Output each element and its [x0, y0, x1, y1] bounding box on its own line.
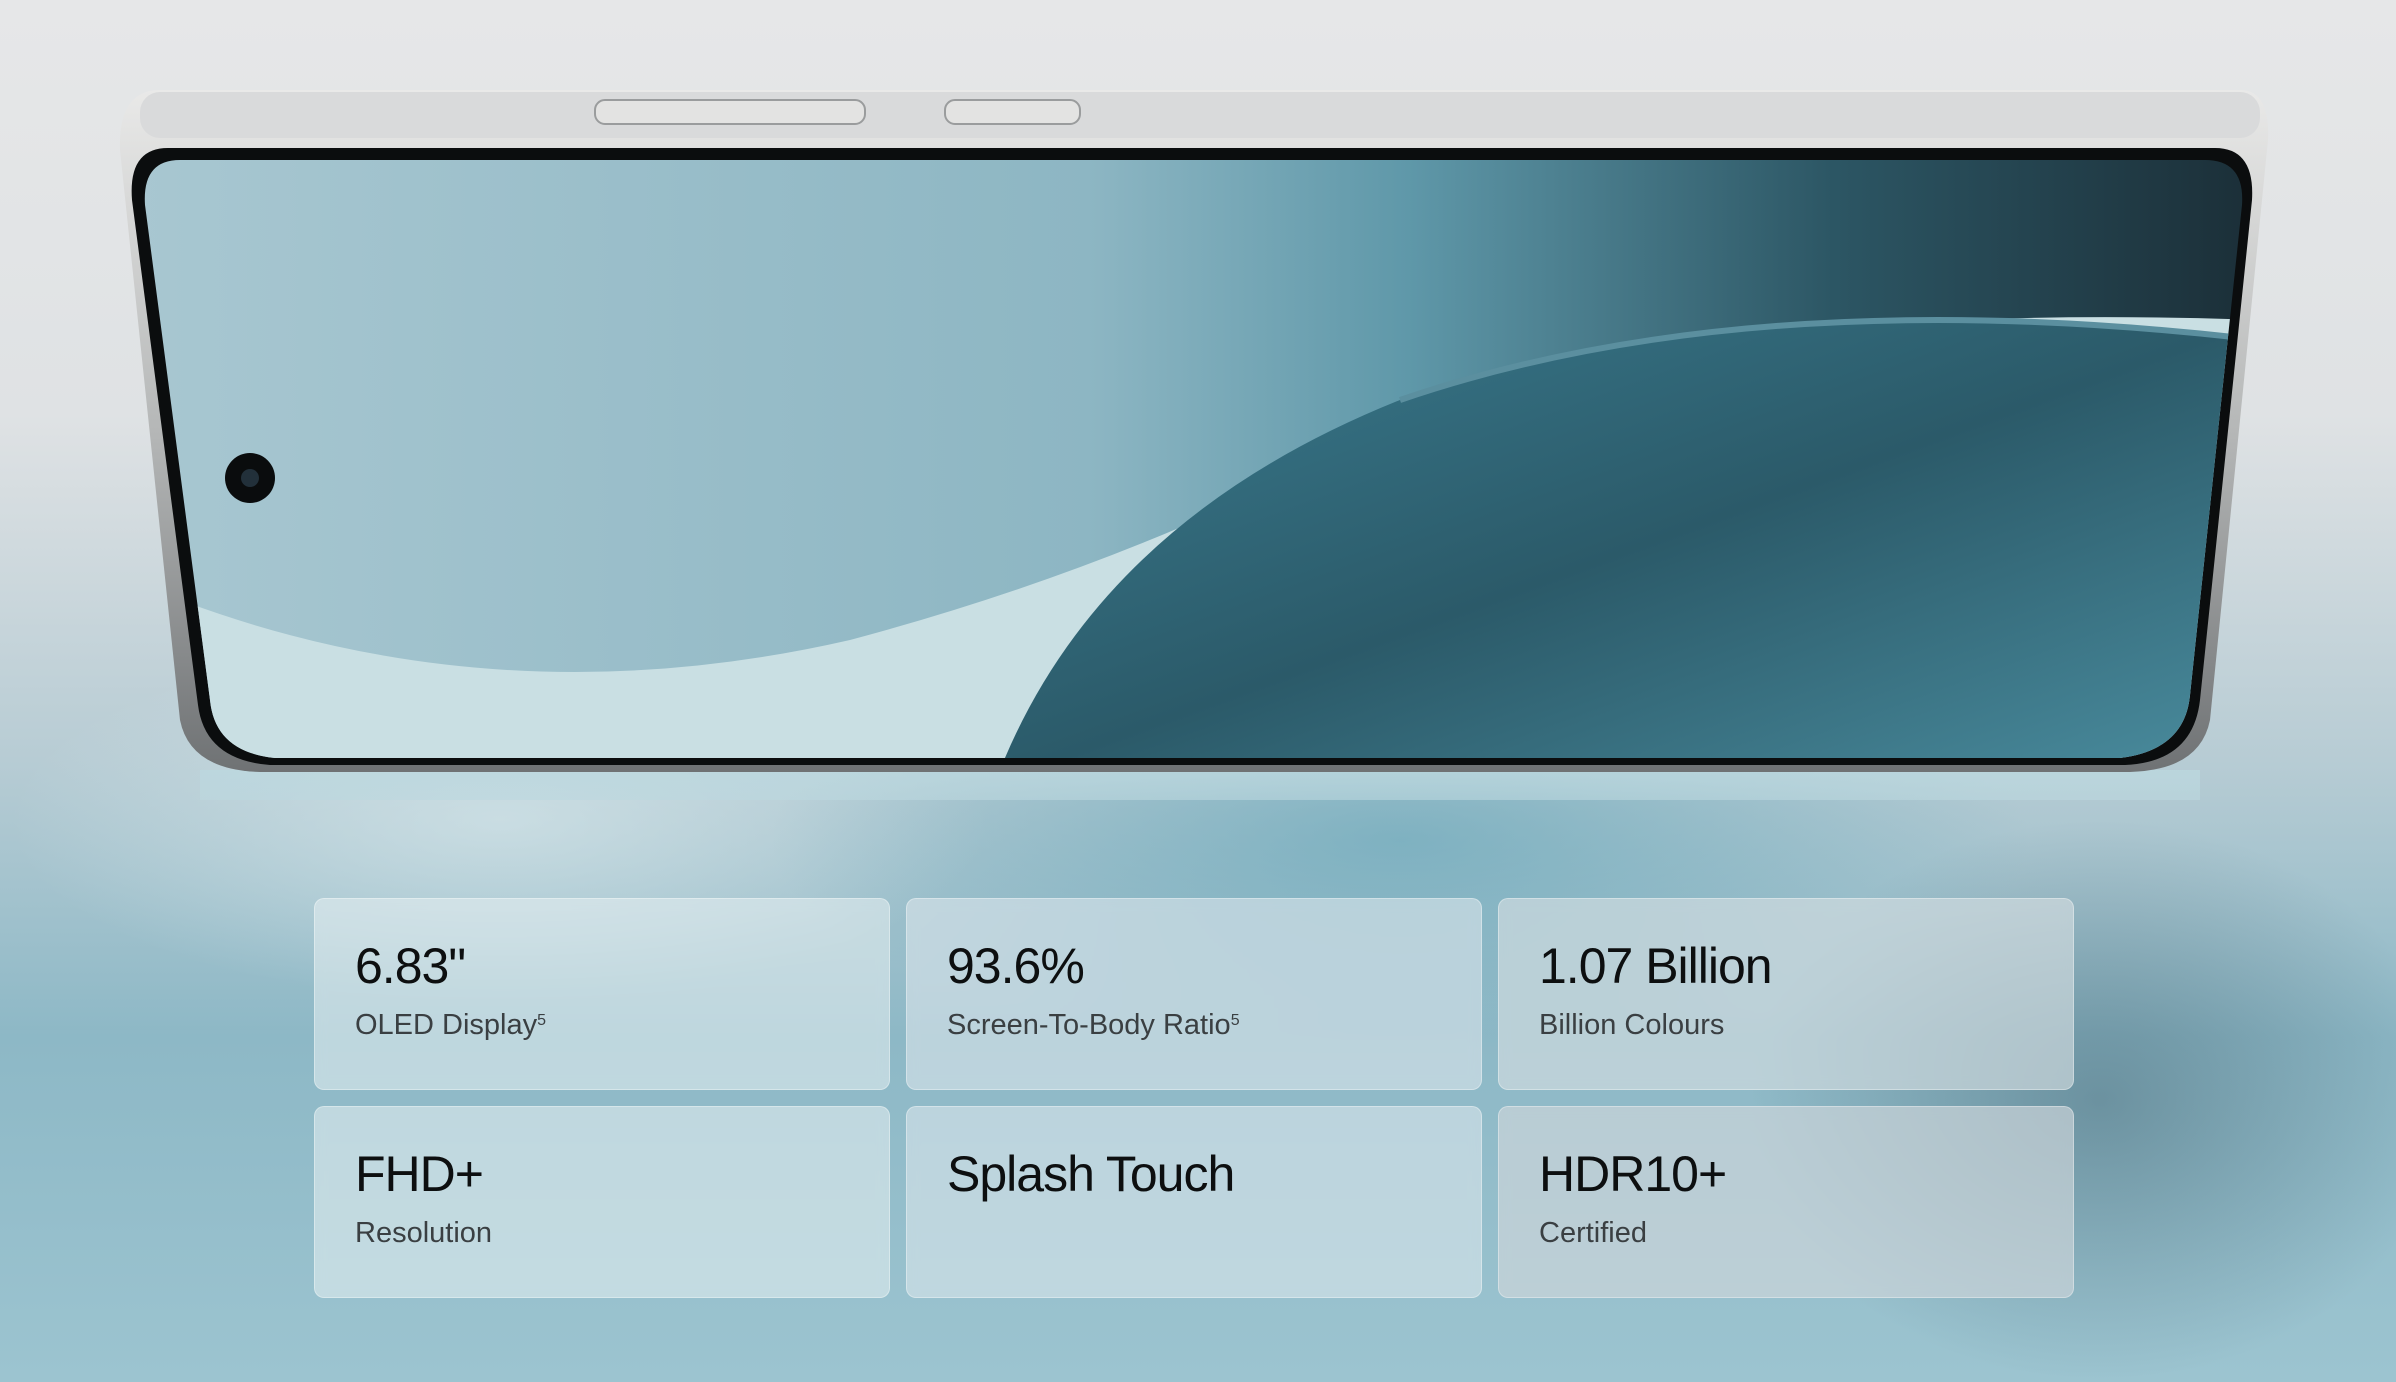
display-specs-grid: 6.83" OLED Display5 93.6% Screen-To-Body… [314, 898, 2074, 1298]
phone-reflection [200, 770, 2200, 800]
spec-card-hdr: HDR10+ Certified [1498, 1106, 2074, 1298]
spec-label: OLED Display5 [355, 1009, 547, 1041]
spec-label: Resolution [355, 1217, 493, 1249]
phone-screen [144, 160, 2243, 758]
spec-card-colours: 1.07 Billion Billion Colours [1498, 898, 2074, 1090]
spec-value: 1.07 Billion [1539, 938, 1773, 994]
footnote-marker: 5 [1230, 1012, 1240, 1029]
spec-label: Billion Colours [1539, 1009, 1725, 1041]
phone-top-rail [140, 92, 2260, 138]
power-button-icon [944, 99, 1081, 125]
phone-image [119, 90, 2269, 800]
spec-value: 93.6% [947, 938, 1085, 994]
spec-value: FHD+ [355, 1146, 484, 1202]
spec-card-touch: Splash Touch [906, 1106, 1482, 1298]
footnote-marker: 5 [537, 1012, 547, 1029]
spec-card-size: 6.83" OLED Display5 [314, 898, 890, 1090]
spec-label: Screen-To-Body Ratio5 [947, 1009, 1240, 1041]
spec-value: 6.83" [355, 938, 466, 994]
spec-value: Splash Touch [947, 1146, 1235, 1202]
spec-card-resolution: FHD+ Resolution [314, 1106, 890, 1298]
spec-value: HDR10+ [1539, 1146, 1727, 1202]
spec-label: Certified [1539, 1217, 1647, 1249]
spec-card-ratio: 93.6% Screen-To-Body Ratio5 [906, 898, 1482, 1090]
volume-button-icon [594, 99, 866, 125]
